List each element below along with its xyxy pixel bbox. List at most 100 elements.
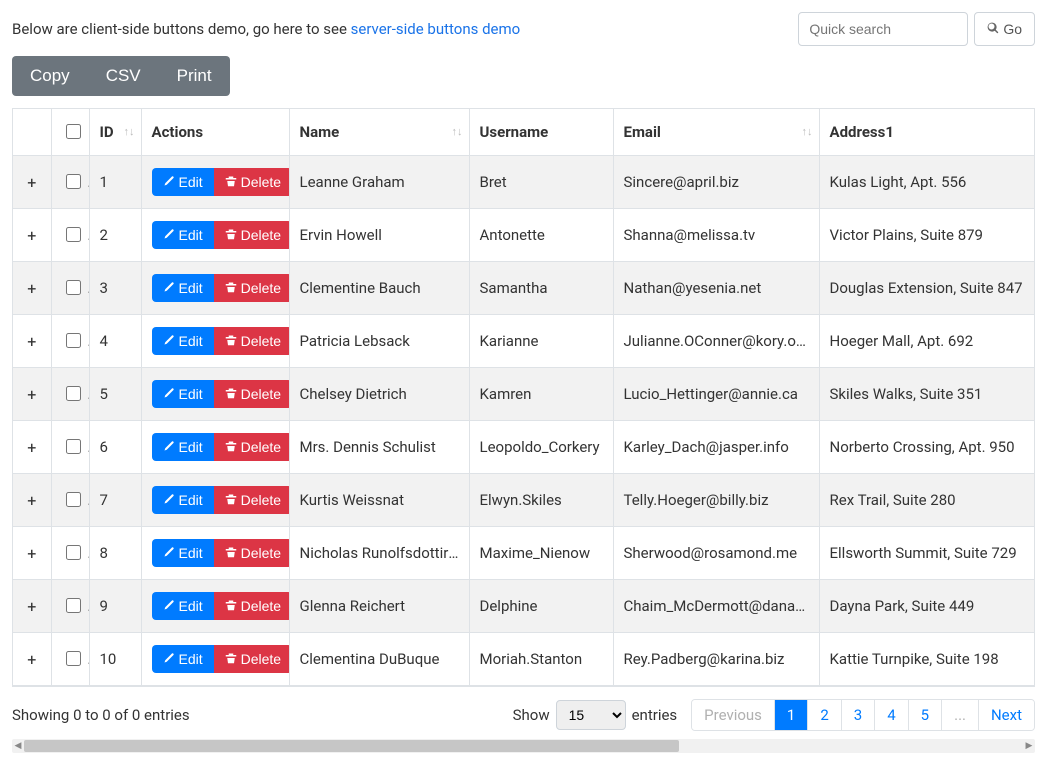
- edit-icon: [163, 651, 175, 667]
- delete-label: Delete: [241, 439, 281, 455]
- expand-toggle[interactable]: +: [24, 385, 40, 404]
- sort-icon: ↑↓: [124, 128, 135, 136]
- expand-toggle[interactable]: +: [24, 650, 40, 669]
- cell-id: 4: [89, 315, 141, 368]
- row-checkbox[interactable]: [66, 545, 81, 560]
- edit-button[interactable]: Edit: [152, 592, 214, 620]
- edit-button[interactable]: Edit: [152, 274, 214, 302]
- expand-toggle[interactable]: +: [24, 332, 40, 351]
- edit-button[interactable]: Edit: [152, 327, 214, 355]
- delete-button[interactable]: Delete: [214, 592, 289, 620]
- show-label: Show: [513, 706, 550, 724]
- trash-icon: [225, 492, 237, 508]
- table-row: +1EditDeleteLeanne GrahamBretSincere@apr…: [13, 156, 1034, 209]
- row-checkbox[interactable]: [66, 386, 81, 401]
- cell-id: 3: [89, 262, 141, 315]
- cell-username: Antonette: [469, 209, 613, 262]
- trash-icon: [225, 280, 237, 296]
- trash-icon: [225, 174, 237, 190]
- sort-icon: ↑↓: [802, 128, 813, 136]
- expand-toggle[interactable]: +: [24, 597, 40, 616]
- cell-email: Lucio_Hettinger@annie.ca: [613, 368, 819, 421]
- intro-link[interactable]: server-side buttons demo: [351, 20, 521, 38]
- col-actions-header: Actions: [141, 109, 289, 156]
- col-username-header[interactable]: Username: [469, 109, 613, 156]
- edit-button[interactable]: Edit: [152, 539, 214, 567]
- csv-button[interactable]: CSV: [88, 56, 159, 96]
- cell-name: Mrs. Dennis Schulist: [289, 421, 469, 474]
- trash-icon: [225, 545, 237, 561]
- delete-button[interactable]: Delete: [214, 274, 289, 302]
- row-checkbox[interactable]: [66, 227, 81, 242]
- select-all-checkbox[interactable]: [66, 124, 81, 139]
- trash-icon: [225, 386, 237, 402]
- col-name-header[interactable]: Name↑↓: [289, 109, 469, 156]
- edit-icon: [163, 174, 175, 190]
- sort-icon: ↑↓: [452, 128, 463, 136]
- go-button[interactable]: Go: [974, 12, 1035, 46]
- horizontal-scrollbar[interactable]: ◀ ▶: [12, 739, 1035, 753]
- table-row: +10EditDeleteClementina DuBuqueMoriah.St…: [13, 633, 1034, 686]
- data-table-wrap: ID↑↓ Actions Name↑↓ Username Email↑↓ Add…: [12, 108, 1035, 687]
- pagination-page-5[interactable]: 5: [909, 700, 942, 730]
- delete-button[interactable]: Delete: [214, 327, 289, 355]
- row-checkbox[interactable]: [66, 651, 81, 666]
- pagination-page-2[interactable]: 2: [808, 700, 841, 730]
- edit-button[interactable]: Edit: [152, 645, 214, 673]
- delete-button[interactable]: Delete: [214, 539, 289, 567]
- expand-toggle[interactable]: +: [24, 279, 40, 298]
- pagination-next[interactable]: Next: [979, 700, 1034, 730]
- pagination-page-3[interactable]: 3: [842, 700, 875, 730]
- delete-button[interactable]: Delete: [214, 221, 289, 249]
- page-size-select[interactable]: 15: [556, 700, 626, 730]
- edit-button[interactable]: Edit: [152, 486, 214, 514]
- delete-label: Delete: [241, 386, 281, 402]
- row-checkbox[interactable]: [66, 492, 81, 507]
- row-checkbox[interactable]: [66, 280, 81, 295]
- edit-button[interactable]: Edit: [152, 168, 214, 196]
- expand-toggle[interactable]: +: [24, 173, 40, 192]
- copy-button[interactable]: Copy: [12, 56, 88, 96]
- col-email-header[interactable]: Email↑↓: [613, 109, 819, 156]
- pagination-page-4[interactable]: 4: [875, 700, 908, 730]
- cell-email: Julianne.OConner@kory.org: [613, 315, 819, 368]
- cell-username: Samantha: [469, 262, 613, 315]
- export-toolbar: Copy CSV Print: [12, 56, 230, 96]
- scroll-left-icon[interactable]: ◀: [12, 739, 24, 753]
- trash-icon: [225, 651, 237, 667]
- cell-email: Shanna@melissa.tv: [613, 209, 819, 262]
- edit-button[interactable]: Edit: [152, 380, 214, 408]
- row-checkbox[interactable]: [66, 439, 81, 454]
- row-checkbox[interactable]: [66, 174, 81, 189]
- print-button[interactable]: Print: [159, 56, 230, 96]
- cell-username: Elwyn.Skiles: [469, 474, 613, 527]
- col-id-header[interactable]: ID↑↓: [89, 109, 141, 156]
- expand-toggle[interactable]: +: [24, 226, 40, 245]
- col-select-all-header[interactable]: [51, 109, 89, 156]
- expand-toggle[interactable]: +: [24, 544, 40, 563]
- scroll-right-icon[interactable]: ▶: [1023, 739, 1035, 753]
- edit-button[interactable]: Edit: [152, 221, 214, 249]
- cell-username: Delphine: [469, 580, 613, 633]
- pagination-page-1[interactable]: 1: [775, 700, 808, 730]
- delete-button[interactable]: Delete: [214, 645, 289, 673]
- row-checkbox[interactable]: [66, 333, 81, 348]
- cell-actions: EditDelete: [141, 262, 289, 315]
- delete-button[interactable]: Delete: [214, 486, 289, 514]
- pagination-previous: Previous: [692, 700, 775, 730]
- edit-icon: [163, 598, 175, 614]
- row-checkbox[interactable]: [66, 598, 81, 613]
- cell-address1: Skiles Walks, Suite 351: [819, 368, 1034, 421]
- expand-toggle[interactable]: +: [24, 438, 40, 457]
- delete-button[interactable]: Delete: [214, 380, 289, 408]
- delete-button[interactable]: Delete: [214, 433, 289, 461]
- delete-button[interactable]: Delete: [214, 168, 289, 196]
- search-input[interactable]: [798, 12, 968, 46]
- table-row: +4EditDeletePatricia LebsackKarianneJuli…: [13, 315, 1034, 368]
- col-address1-header[interactable]: Address1: [819, 109, 1034, 156]
- expand-toggle[interactable]: +: [24, 491, 40, 510]
- edit-icon: [163, 227, 175, 243]
- cell-name: Chelsey Dietrich: [289, 368, 469, 421]
- table-row: +2EditDeleteErvin HowellAntonetteShanna@…: [13, 209, 1034, 262]
- edit-button[interactable]: Edit: [152, 433, 214, 461]
